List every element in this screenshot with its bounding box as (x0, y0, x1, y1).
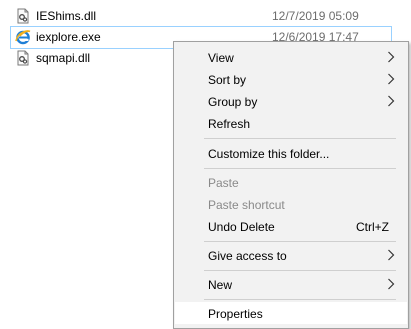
menu-item-group-by[interactable]: Group by (175, 90, 407, 112)
menu-separator (204, 241, 396, 242)
menu-item-paste-shortcut[interactable]: Paste shortcut (175, 193, 407, 215)
menu-item-shortcut: Ctrl+Z (356, 220, 389, 234)
menu-separator (204, 138, 396, 139)
chevron-right-icon (388, 278, 395, 290)
menu-item-label: Paste shortcut (208, 198, 285, 212)
chevron-right-icon (388, 95, 395, 107)
menu-item-label: Properties (208, 307, 263, 321)
chevron-right-icon (388, 249, 395, 261)
menu-separator (204, 168, 396, 169)
dll-file-icon (17, 8, 29, 24)
menu-item-paste[interactable]: Paste (175, 171, 407, 193)
menu-item-new[interactable]: New (175, 273, 407, 295)
menu-item-label: Group by (208, 95, 258, 109)
menu-item-refresh[interactable]: Refresh (175, 112, 407, 134)
file-icon-partial (15, 0, 31, 3)
file-name: iexplore.exe (36, 30, 101, 44)
menu-item-undo-delete[interactable]: Undo Delete Ctrl+Z (175, 215, 407, 237)
file-name: IEShims.dll (36, 9, 97, 23)
menu-item-view[interactable]: View (175, 46, 407, 68)
context-menu: View Sort by Group by Refresh Customize … (173, 41, 409, 329)
chevron-right-icon (388, 73, 395, 85)
menu-item-give-access-to[interactable]: Give access to (175, 244, 407, 266)
menu-item-label: Undo Delete (208, 220, 275, 234)
chevron-right-icon (388, 51, 395, 63)
menu-item-properties[interactable]: Properties (175, 302, 407, 324)
menu-separator (204, 270, 396, 271)
file-row-ieshims[interactable]: IEShims.dll 12/7/2019 05:09 (10, 5, 411, 26)
menu-item-label: Give access to (208, 249, 287, 263)
menu-item-label: Paste (208, 176, 239, 190)
dll-file-icon (17, 50, 29, 66)
menu-item-customize-folder[interactable]: Customize this folder... (175, 142, 407, 164)
file-name: sqmapi.dll (36, 51, 91, 65)
menu-item-label: View (208, 51, 234, 65)
menu-item-label: Customize this folder... (208, 147, 330, 161)
menu-item-label: Sort by (208, 73, 247, 87)
menu-item-label: New (208, 278, 233, 292)
menu-separator (204, 299, 396, 300)
internet-explorer-icon (15, 30, 31, 45)
file-date: 12/7/2019 05:09 (272, 9, 359, 23)
menu-item-sort-by[interactable]: Sort by (175, 68, 407, 90)
menu-item-label: Refresh (208, 117, 251, 131)
